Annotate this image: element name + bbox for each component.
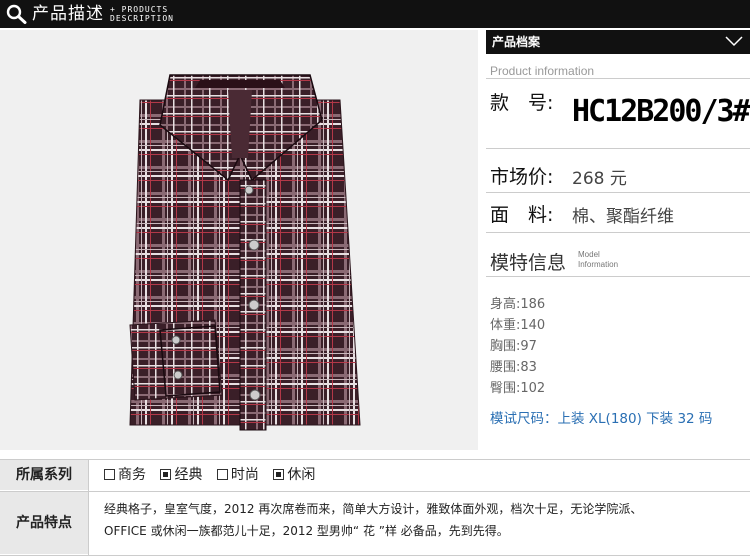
model-title: 模特信息 — [490, 252, 567, 274]
divider — [486, 192, 750, 193]
model-stat-waist: 腰围:83 — [490, 360, 537, 375]
divider — [486, 78, 750, 79]
series-option-fashion: 时尚 — [216, 460, 259, 490]
checkbox — [216, 469, 228, 480]
model-stat-chest: 胸围:97 — [490, 339, 537, 354]
features-text: 经典格子，皇室气度，2012 再次席卷而来，简单大方设计，雅致体面外观，档次十足… — [104, 502, 643, 538]
shirt-image — [129, 74, 361, 431]
model-stat-height: 身高:186 — [490, 297, 546, 312]
series-label: 所属系列 — [0, 460, 88, 490]
features-label: 产品特点 — [0, 492, 88, 554]
checkbox-checked — [160, 469, 172, 480]
chevron-down-icon[interactable] — [724, 34, 744, 48]
material-label: 面 料: — [490, 204, 554, 226]
search-icon — [6, 4, 27, 24]
series-option-classic: 经典 — [160, 460, 202, 490]
panel-header[interactable]: 产品档案 — [486, 30, 750, 54]
model-stat-hip: 臀围:102 — [490, 381, 546, 396]
price-label: 市场价: — [490, 166, 554, 188]
divider — [486, 276, 750, 277]
divider — [486, 148, 750, 149]
code-value: HC12B200/3# — [572, 94, 750, 129]
code-label: 款 号: — [490, 92, 554, 114]
price-value: 268 元 — [572, 169, 627, 189]
table-divider — [0, 491, 750, 492]
panel-subtitle: Product information — [490, 64, 595, 78]
table-divider — [0, 555, 750, 556]
product-photo — [0, 30, 478, 450]
table-column-divider — [88, 459, 89, 556]
product-info-panel: 产品档案 Product information 款 号: HC12B200/3… — [486, 30, 750, 460]
section-header: 产品描述 + PRODUCTS DESCRIPTION — [0, 0, 750, 28]
series-option-casual: 休闲 — [273, 460, 315, 490]
section-subtitle: + PRODUCTS DESCRIPTION — [110, 5, 174, 23]
divider — [486, 232, 750, 233]
model-subtitle: Model Information — [578, 250, 619, 269]
section-title: 产品描述 — [32, 4, 104, 24]
model-size-line: 模试尺码：上装 XL(180) 下装 32 码 — [490, 411, 713, 427]
checkbox-checked — [273, 469, 285, 480]
panel-title: 产品档案 — [492, 35, 541, 49]
checkbox — [104, 469, 115, 480]
material-value: 棉、聚酯纤维 — [572, 207, 674, 227]
series-option-business: 商务 — [104, 460, 146, 490]
series-options: 商务 经典 时尚 休闲 — [104, 460, 325, 490]
model-stat-weight: 体重:140 — [490, 318, 546, 333]
